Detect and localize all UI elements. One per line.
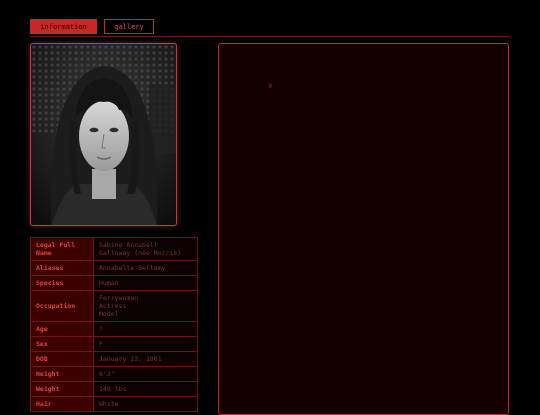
info-value-line: Human [99, 279, 119, 287]
info-value-line: ? [99, 325, 103, 333]
info-key: DOB [30, 351, 94, 367]
info-value-line: Sabine Annabell [99, 241, 158, 249]
tab-bar: information gallery [30, 19, 510, 37]
info-row: Hair White [30, 396, 198, 412]
info-value-line: White [99, 400, 119, 408]
info-value-line: 6'3" [99, 370, 115, 378]
info-value: Sabine Annabell Galloway (née Morris) [93, 237, 198, 261]
info-row: Aliases Annabelle Bellamy [30, 260, 198, 276]
info-value: January 23, 1901 [93, 351, 198, 367]
info-value: 6'3" [93, 366, 198, 382]
info-value: Ferrywoman Actress Model [93, 290, 198, 322]
info-key: Hair [30, 396, 94, 412]
info-key: Occupation [30, 290, 94, 322]
info-value-line: F [99, 340, 103, 348]
info-value: Annabelle Bellamy [93, 260, 198, 276]
info-row: DOB January 23, 1901 [30, 351, 198, 367]
info-key: Species [30, 275, 94, 291]
info-table: Legal Full Name Sabine Annabell Galloway (… [30, 237, 198, 412]
info-key: Height [30, 366, 94, 382]
info-row: Sex F [30, 336, 198, 352]
info-value: Human [93, 275, 198, 291]
info-row: Weight 149 lbs [30, 381, 198, 397]
info-value-line: Ferrywoman [99, 294, 139, 302]
info-row: Species Human [30, 275, 198, 291]
tab-gallery[interactable]: gallery [104, 19, 154, 34]
info-row: Occupation Ferrywoman Actress Model [30, 290, 198, 322]
info-key: Legal Full Name [30, 237, 94, 261]
info-value: 149 lbs [93, 381, 198, 397]
info-value: F [93, 336, 198, 352]
info-value-line: Actress [99, 302, 127, 310]
info-value-line: January 23, 1901 [99, 355, 162, 363]
info-value: ? [93, 321, 198, 337]
info-key: Aliases [30, 260, 94, 276]
close-icon[interactable]: x [268, 81, 273, 90]
portrait-image [30, 43, 177, 226]
info-value-line: Galloway (née Morris) [99, 249, 182, 257]
info-row: Height 6'3" [30, 366, 198, 382]
info-key: Age [30, 321, 94, 337]
info-key: Weight [30, 381, 94, 397]
info-value-line: 149 lbs [99, 385, 127, 393]
content-panel: x [218, 43, 509, 415]
info-row: Age? [30, 321, 198, 337]
info-value-line: Annabelle Bellamy [99, 264, 166, 272]
info-row: Legal Full Name Sabine Annabell Galloway (… [30, 237, 198, 261]
info-key: Sex [30, 336, 94, 352]
info-value: White [93, 396, 198, 412]
tab-information[interactable]: information [30, 19, 97, 34]
info-value-line: Model [99, 310, 119, 318]
